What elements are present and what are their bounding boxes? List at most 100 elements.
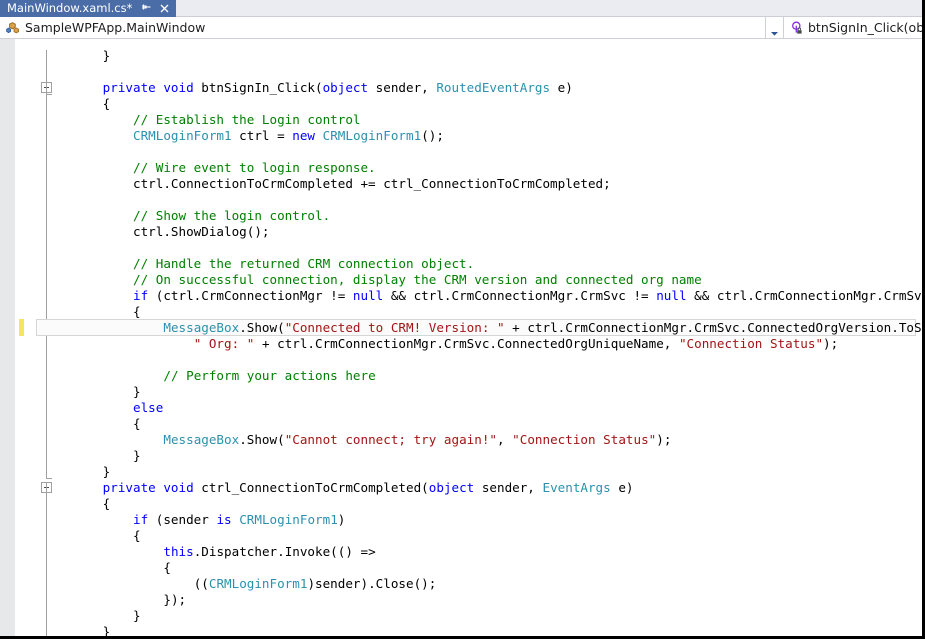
class-icon — [5, 20, 21, 36]
code-line[interactable]: { — [133, 528, 141, 544]
close-icon[interactable] — [159, 3, 170, 14]
code-token: } — [133, 448, 141, 463]
code-line[interactable]: // Establish the Login control — [133, 112, 360, 128]
code-token: btnSignIn_Click( — [193, 80, 323, 95]
code-token: void — [163, 80, 194, 95]
code-token: private — [102, 80, 156, 95]
code-line[interactable]: MessageBox.Show("Cannot connect; try aga… — [163, 432, 671, 448]
code-token: is — [216, 512, 232, 527]
code-token: sender, — [474, 480, 543, 495]
code-token: "Connection Status" — [678, 336, 824, 351]
code-token: MessageBox — [163, 432, 240, 447]
code-line[interactable]: // Wire event to login response. — [133, 160, 376, 176]
code-token: "Connection Status" — [512, 432, 657, 447]
code-token: null — [352, 288, 384, 303]
code-line[interactable]: ctrl.ConnectionToCrmCompleted += ctrl_Co… — [133, 176, 611, 192]
code-token: (); — [421, 128, 444, 143]
code-token: { — [133, 528, 141, 543]
code-line[interactable]: { — [133, 416, 141, 432]
tab-mainwindow-xaml-cs[interactable]: MainWindow.xaml.cs* — [0, 0, 177, 17]
code-token: && ctrl.CrmConnectionMgr.CrmSvc != — [383, 288, 657, 303]
code-token: if — [133, 288, 149, 303]
code-line[interactable]: } — [103, 624, 111, 636]
editor-tab-strip: MainWindow.xaml.cs* — [0, 0, 922, 17]
code-line[interactable]: // On successful connection, display the… — [133, 272, 702, 288]
code-token: null — [656, 288, 687, 303]
code-line[interactable]: // Perform your actions here — [163, 368, 375, 384]
code-token: CRMLoginForm1 — [208, 576, 308, 591]
code-line[interactable]: this.Dispatcher.Invoke(() => — [163, 544, 375, 560]
code-token: else — [133, 400, 164, 415]
code-line[interactable]: if (ctrl.CrmConnectionMgr != null && ctr… — [133, 288, 922, 304]
code-token: if — [133, 512, 149, 527]
code-token: (( — [193, 576, 209, 591]
code-line[interactable]: " Org: " + ctrl.CrmConnectionMgr.CrmSvc.… — [194, 336, 839, 352]
type-dropdown[interactable]: SampleWPFApp.MainWindow — [0, 17, 766, 39]
code-token: (sender — [148, 512, 217, 527]
code-token: ) — [337, 512, 346, 527]
code-token: " Org: " — [193, 336, 255, 351]
code-line[interactable]: private void btnSignIn_Click(object send… — [103, 80, 573, 96]
code-token: } — [133, 384, 141, 399]
code-line[interactable]: ctrl.ShowDialog(); — [133, 224, 269, 240]
code-token: private — [102, 480, 156, 495]
code-token: ); — [823, 336, 839, 351]
code-token: new — [292, 128, 316, 143]
code-line[interactable]: }); — [163, 592, 186, 608]
code-token: RoutedEventArgs — [436, 80, 551, 95]
editor-navigation-bar: SampleWPFApp.MainWindow btnSignIn_Click(… — [0, 17, 925, 39]
code-token: // Show the login control. — [133, 208, 331, 223]
code-line[interactable]: { — [103, 96, 111, 112]
code-token: // On successful connection, display the… — [133, 272, 702, 287]
code-line[interactable]: } — [133, 448, 141, 464]
code-token: .Show( — [239, 432, 285, 447]
code-line[interactable]: // Handle the returned CRM connection ob… — [133, 256, 474, 272]
code-line[interactable]: else — [133, 400, 163, 416]
code-line[interactable]: MessageBox.Show("Connected to CRM! Versi… — [163, 320, 922, 336]
code-token: + ctrl.CrmConnectionMgr.CrmSvc.Connected… — [512, 320, 922, 335]
code-token: { — [133, 304, 141, 319]
code-token: { — [102, 496, 111, 511]
code-line[interactable]: { — [133, 304, 141, 320]
code-line[interactable]: } — [133, 608, 141, 624]
code-token: } — [102, 624, 111, 636]
code-text-layer[interactable]: } private void btnSignIn_Click(object sen… — [36, 39, 922, 636]
pin-icon[interactable] — [141, 3, 152, 14]
code-token: ctrl.ShowDialog(); — [133, 224, 270, 239]
code-line[interactable]: { — [103, 496, 111, 512]
code-token: }); — [163, 592, 187, 607]
outlining-margin[interactable] — [15, 39, 52, 636]
code-token: object — [322, 80, 369, 95]
code-token: // Perform your actions here — [163, 368, 376, 383]
code-line[interactable]: } — [103, 48, 111, 64]
code-token: , — [497, 432, 513, 447]
member-dropdown-label: btnSignIn_Click(object — [808, 20, 925, 35]
code-token: } — [102, 48, 111, 63]
code-token: { — [102, 96, 111, 111]
code-line[interactable]: CRMLoginForm1 ctrl = new CRMLoginForm1()… — [133, 128, 444, 144]
code-line[interactable]: private void ctrl_ConnectionToCrmComplet… — [103, 480, 634, 496]
code-token: CRMLoginForm1 — [133, 128, 232, 143]
code-token: .Show( — [239, 320, 285, 335]
code-line[interactable]: } — [133, 384, 141, 400]
method-private-icon — [788, 20, 804, 36]
code-token: "Connected to CRM! Version: " — [284, 320, 505, 335]
type-dropdown-toggle[interactable] — [766, 17, 784, 38]
code-line[interactable]: // Show the login control. — [133, 208, 330, 224]
member-dropdown[interactable]: btnSignIn_Click(object — [784, 17, 925, 39]
code-line[interactable]: ((CRMLoginForm1)sender).Close(); — [194, 576, 437, 592]
code-token: } — [133, 608, 141, 623]
code-editor-surface[interactable]: } private void btnSignIn_Click(object sen… — [0, 39, 922, 636]
code-line[interactable]: } — [103, 464, 111, 480]
change-marker — [19, 319, 24, 336]
code-token: // Establish the Login control — [133, 112, 361, 127]
code-line[interactable]: if (sender is CRMLoginForm1) — [133, 512, 345, 528]
code-token: // Handle the returned CRM connection ob… — [133, 256, 475, 271]
code-token: EventArgs — [542, 480, 611, 495]
code-line[interactable]: { — [163, 560, 171, 576]
visual-studio-editor-window: MainWindow.xaml.cs* SampleWPFApp.MainWin… — [0, 0, 925, 639]
code-token: sender, — [368, 80, 437, 95]
code-token: ctrl = — [231, 128, 293, 143]
code-token: e) — [550, 80, 573, 95]
code-token: && ctrl.CrmConnectionMgr.CrmSvc.IsReady) — [694, 288, 922, 303]
